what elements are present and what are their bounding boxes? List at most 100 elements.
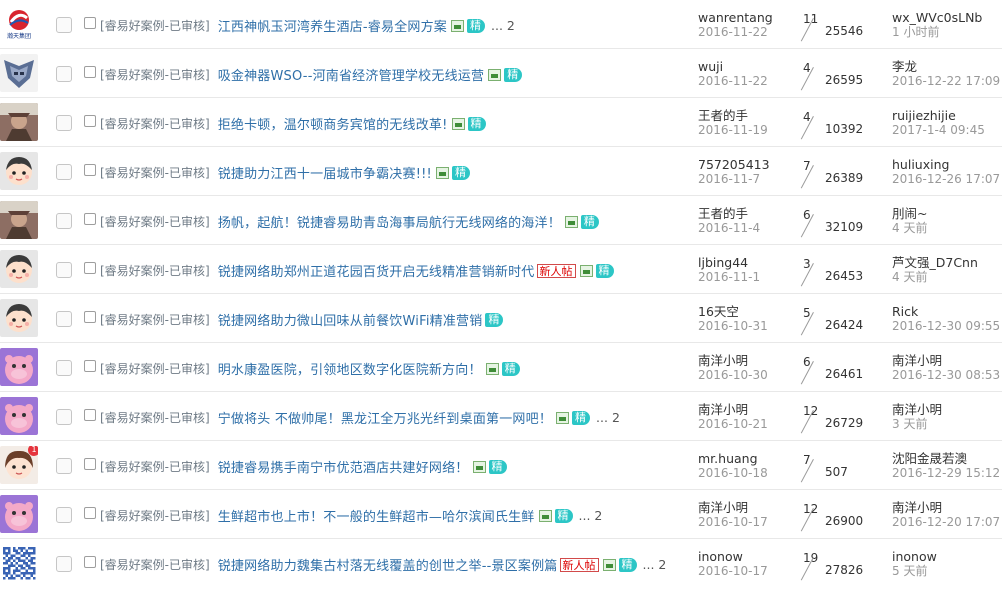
thread-subject-link[interactable]: 锐捷网络助力微山回味从前餐饮WiFi精准营销 xyxy=(218,310,483,329)
row-select-box[interactable] xyxy=(56,66,72,82)
page-link[interactable]: ... 2 xyxy=(643,557,667,572)
row-select-box[interactable] xyxy=(56,164,72,180)
row-select-box[interactable] xyxy=(56,262,72,278)
row-select-box[interactable] xyxy=(56,409,72,425)
author-name[interactable]: 南洋小明 xyxy=(698,354,768,368)
avatar-transformer[interactable] xyxy=(0,54,38,92)
thread-subject-link[interactable]: 锐捷网络助郑州正道花园百货开启无线精准营销新时代 xyxy=(218,261,535,280)
last-poster-name[interactable]: 南洋小明 xyxy=(892,354,1000,368)
moderation-checkbox[interactable] xyxy=(84,556,96,568)
thread-category[interactable]: [睿易好案例-已审核] xyxy=(100,458,210,475)
author-name[interactable]: 16天空 xyxy=(698,305,768,319)
last-reply-time[interactable]: 2016-12-20 17:07 xyxy=(892,516,1000,529)
thread-subject-link[interactable]: 锐捷网络助力魏集古村落无线覆盖的创世之举--景区案例篇 xyxy=(218,555,558,574)
thread-subject-link[interactable]: 吸金神器WSO--河南省经济管理学校无线运营 xyxy=(218,65,484,84)
page-link[interactable]: ... 2 xyxy=(596,410,620,425)
avatar-hantian-logo[interactable]: 瀚天集团 xyxy=(0,5,38,43)
moderation-checkbox[interactable] xyxy=(84,66,96,78)
last-poster-name[interactable]: huliuxing xyxy=(892,158,1000,172)
thread-category[interactable]: [睿易好案例-已审核] xyxy=(100,311,210,328)
last-reply-time[interactable]: 4 天前 xyxy=(892,271,978,284)
moderation-checkbox[interactable] xyxy=(84,311,96,323)
avatar-warrior[interactable] xyxy=(0,103,38,141)
moderation-checkbox[interactable] xyxy=(84,17,96,29)
avatar-cartoon-girl[interactable]: 1 xyxy=(0,446,38,484)
moderation-checkbox[interactable] xyxy=(84,115,96,127)
thread-subject-link[interactable]: 锐捷睿易携手南宁市优范酒店共建好网络！ xyxy=(218,457,469,476)
moderation-checkbox[interactable] xyxy=(84,507,96,519)
last-poster-name[interactable]: 李龙 xyxy=(892,60,1000,74)
row-select-box[interactable] xyxy=(56,213,72,229)
avatar-cartoon-boy[interactable] xyxy=(0,152,38,190)
last-poster-name[interactable]: 南洋小明 xyxy=(892,501,1000,515)
author-name[interactable]: 757205413 xyxy=(698,158,770,172)
thread-subject-link[interactable]: 扬帆，起航！锐捷睿易助青岛海事局航行无线网络的海洋！ xyxy=(218,212,561,231)
avatar-pink-character[interactable] xyxy=(0,397,38,435)
author-name[interactable]: inonow xyxy=(698,550,768,564)
thread-subject-link[interactable]: 宁做将头 不做帅尾！黑龙江全万兆光纤到桌面第一网吧！ xyxy=(218,408,552,427)
last-poster-name[interactable]: ruijiezhijie xyxy=(892,109,985,123)
row-select-box[interactable] xyxy=(56,115,72,131)
avatar-pink-character[interactable] xyxy=(0,348,38,386)
author-name[interactable]: 南洋小明 xyxy=(698,403,768,417)
author-name[interactable]: wuji xyxy=(698,60,768,74)
avatar-qr-code[interactable] xyxy=(0,544,38,582)
page-link[interactable]: ... 2 xyxy=(579,508,603,523)
last-poster-name[interactable]: 沈阳金晟若澳 xyxy=(892,452,1000,466)
page-link[interactable]: ... 2 xyxy=(491,18,515,33)
author-name[interactable]: ljbing44 xyxy=(698,256,760,270)
last-poster-name[interactable]: Rick xyxy=(892,305,1000,319)
avatar-pink-character[interactable] xyxy=(0,495,38,533)
author-name[interactable]: 南洋小明 xyxy=(698,501,768,515)
thread-category[interactable]: [睿易好案例-已审核] xyxy=(100,66,210,83)
row-select-box[interactable] xyxy=(56,17,72,33)
thread-category[interactable]: [睿易好案例-已审核] xyxy=(100,213,210,230)
thread-category[interactable]: [睿易好案例-已审核] xyxy=(100,262,210,279)
thread-subject-link[interactable]: 拒绝卡顿，温尔顿商务宾馆的无线改革! xyxy=(218,114,448,133)
thread-category[interactable]: [睿易好案例-已审核] xyxy=(100,17,210,34)
last-reply-time[interactable]: 2016-12-22 17:09 xyxy=(892,75,1000,88)
thread-subject-link[interactable]: 生鲜超市也上市！不一般的生鲜超市—哈尔滨闻氏生鲜 xyxy=(218,506,535,525)
author-name[interactable]: 王者的手 xyxy=(698,109,768,123)
last-reply-time[interactable]: 2016-12-29 15:12 xyxy=(892,467,1000,480)
last-reply-time[interactable]: 2017-1-4 09:45 xyxy=(892,124,985,137)
last-poster-name[interactable]: 芦文强_D7Cnn xyxy=(892,256,978,270)
last-reply-time[interactable]: 2016-12-30 08:53 xyxy=(892,369,1000,382)
thread-subject-link[interactable]: 锐捷助力江西十一届城市争霸决赛!!! xyxy=(218,163,432,182)
moderation-checkbox[interactable] xyxy=(84,262,96,274)
moderation-checkbox[interactable] xyxy=(84,164,96,176)
thread-subject-link[interactable]: 明水康盈医院，引领地区数字化医院新方向！ xyxy=(218,359,482,378)
thread-category[interactable]: [睿易好案例-已审核] xyxy=(100,409,210,426)
row-select-box[interactable] xyxy=(56,458,72,474)
last-poster-name[interactable]: 刖闹~ xyxy=(892,207,927,221)
thread-category[interactable]: [睿易好案例-已审核] xyxy=(100,507,210,524)
last-reply-time[interactable]: 2016-12-30 09:55 xyxy=(892,320,1000,333)
author-name[interactable]: wanrentang xyxy=(698,11,773,25)
moderation-checkbox[interactable] xyxy=(84,360,96,372)
author-name[interactable]: mr.huang xyxy=(698,452,768,466)
avatar-cartoon-boy[interactable] xyxy=(0,250,38,288)
last-reply-time[interactable]: 1 小时前 xyxy=(892,26,982,39)
thread-subject-link[interactable]: 江西神帆玉河湾养生酒店-睿易全网方案 xyxy=(218,16,447,35)
last-reply-time[interactable]: 5 天前 xyxy=(892,565,937,578)
avatar-warrior[interactable] xyxy=(0,201,38,239)
thread-category[interactable]: [睿易好案例-已审核] xyxy=(100,360,210,377)
thread-category[interactable]: [睿易好案例-已审核] xyxy=(100,556,210,573)
row-select-box[interactable] xyxy=(56,360,72,376)
author-name[interactable]: 王者的手 xyxy=(698,207,760,221)
moderation-checkbox[interactable] xyxy=(84,213,96,225)
last-reply-time[interactable]: 2016-12-26 17:07 xyxy=(892,173,1000,186)
last-reply-time[interactable]: 3 天前 xyxy=(892,418,942,431)
last-poster-name[interactable]: inonow xyxy=(892,550,937,564)
moderation-checkbox[interactable] xyxy=(84,458,96,470)
thread-category[interactable]: [睿易好案例-已审核] xyxy=(100,115,210,132)
row-select-box[interactable] xyxy=(56,507,72,523)
last-poster-name[interactable]: 南洋小明 xyxy=(892,403,942,417)
avatar-cartoon-boy[interactable] xyxy=(0,299,38,337)
last-reply-time[interactable]: 4 天前 xyxy=(892,222,927,235)
last-poster-name[interactable]: wx_WVc0sLNb xyxy=(892,11,982,25)
row-select-box[interactable] xyxy=(56,556,72,572)
thread-category[interactable]: [睿易好案例-已审核] xyxy=(100,164,210,181)
row-select-box[interactable] xyxy=(56,311,72,327)
moderation-checkbox[interactable] xyxy=(84,409,96,421)
